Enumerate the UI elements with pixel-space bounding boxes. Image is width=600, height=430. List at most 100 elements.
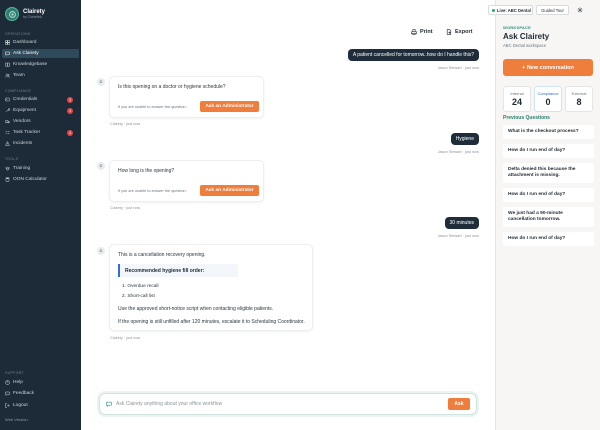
sidebar-item-label: Ask Clairety <box>13 51 39 56</box>
new-conversation-button[interactable]: + New conversation <box>503 59 593 76</box>
calculator-icon <box>5 177 10 182</box>
bot-question: How long is the opening? <box>118 168 175 174</box>
previous-question[interactable]: Delta denied this because the attachment… <box>503 163 594 183</box>
sidebar-item-label: Training <box>13 166 31 171</box>
unable-answer-hint: If you are unable to answer the question… <box>118 189 187 193</box>
previous-question[interactable]: How do I run end of day? <box>503 188 594 202</box>
sidebar-item-dashboard[interactable]: Dashboard <box>2 38 79 47</box>
bot-question: Is this opening on a doctor or hygiene s… <box>118 84 226 90</box>
notification-badge: 1 <box>67 107 73 114</box>
sidebar-item-knowledgebase[interactable]: Knowledgebase <box>2 60 79 69</box>
stat-external[interactable]: External 8 <box>565 86 593 112</box>
previous-question[interactable]: We just had a 90-minute cancellation tom… <box>503 207 594 227</box>
logout-icon <box>5 403 10 408</box>
grid-icon <box>5 40 10 45</box>
notification-badge: 1 <box>67 129 73 136</box>
bot-avatar: C <box>97 162 105 170</box>
web-version-label: Web Version <box>5 417 28 422</box>
previous-question[interactable]: How do I run end of day? <box>503 232 594 246</box>
sidebar-item-label: Feedback <box>13 391 35 396</box>
chat-input-bar: Ask <box>99 393 477 415</box>
sidebar-item-label: Dashboard <box>13 40 37 45</box>
message-meta: Jason Stewart · just now <box>437 66 479 70</box>
bot-answer-paragraph: If the opening is still unfilled after 1… <box>118 319 305 325</box>
sidebar-item-training[interactable]: Training <box>2 164 79 173</box>
sidebar: Clairety by Clairelink OPERATIONS Dashbo… <box>0 0 81 430</box>
graduation-icon <box>5 166 10 171</box>
id-card-icon <box>5 97 10 102</box>
message-meta: Jason Stewart · just now <box>437 234 479 238</box>
sidebar-item-help[interactable]: Help <box>2 378 79 387</box>
sidebar-item-label: Equipment <box>13 108 36 113</box>
wrench-icon <box>5 108 10 113</box>
ask-administrator-button[interactable]: Ask an Administrator <box>200 185 259 196</box>
stat-compliance[interactable]: Compliance 0 <box>534 86 562 112</box>
user-message: Hygiene <box>450 133 479 145</box>
chat-input[interactable] <box>116 394 436 414</box>
sidebar-item-label: Help <box>13 380 23 385</box>
guided-tour-button[interactable]: Guided Tour <box>536 5 569 15</box>
unable-answer-hint: If you are unable to answer the question… <box>118 105 187 109</box>
print-button[interactable]: Print <box>411 26 433 38</box>
help-icon <box>5 380 10 385</box>
panel-subtitle: ABC Dental workspace <box>503 43 547 48</box>
sidebar-item-vendors[interactable]: Vendors <box>2 117 79 126</box>
sidebar-item-label: Vendors <box>13 119 31 124</box>
sidebar-item-logout[interactable]: Logout <box>2 401 79 410</box>
highlight-box: Recommended hygiene fill order: <box>118 264 238 277</box>
user-message: 30 minutes <box>444 217 479 229</box>
section-operations: OPERATIONS <box>5 32 31 36</box>
sidebar-item-label: Knowledgebase <box>13 62 48 67</box>
chat-icon <box>5 51 10 56</box>
message-meta: Clairety · just now <box>110 122 141 126</box>
settings-button[interactable] <box>575 5 585 15</box>
brand-logo-icon <box>5 7 19 21</box>
previous-question[interactable]: How do I run end of day? <box>503 144 594 158</box>
sidebar-item-feedback[interactable]: Feedback <box>2 389 79 398</box>
sidebar-item-label: Logout <box>13 403 28 408</box>
book-icon <box>5 62 10 67</box>
sidebar-item-label: Incidents <box>13 141 33 146</box>
message-meta: Jason Stewart · just now <box>437 150 479 154</box>
printer-icon <box>411 29 417 35</box>
sidebar-item-equipment[interactable]: Equipment 1 <box>2 106 79 115</box>
truck-icon <box>5 119 10 124</box>
panel-title: Ask Clairety <box>503 32 550 41</box>
message-meta: Clairety · just now <box>110 336 141 340</box>
live-workspace-pill[interactable]: Live: ABC Dental <box>488 5 533 15</box>
checklist-icon <box>5 130 10 135</box>
gear-icon <box>577 7 583 13</box>
bot-message: Is this opening on a doctor or hygiene s… <box>109 76 264 118</box>
sidebar-item-label: Credentials <box>13 97 38 102</box>
brand-name: Clairety <box>23 8 46 15</box>
user-message: A patient cancelled for tomorrow..how do… <box>347 49 479 61</box>
ask-button[interactable]: Ask <box>448 398 470 410</box>
brand-sub: by Clairelink <box>23 14 43 19</box>
section-compliance: COMPLIANCE <box>5 89 32 93</box>
sidebar-item-team[interactable]: Team <box>2 71 79 80</box>
chat-main: Print Export A patient cancelled for tom… <box>81 0 495 430</box>
bot-avatar: C <box>97 78 105 86</box>
bot-avatar: C <box>97 247 105 255</box>
ask-administrator-button[interactable]: Ask an Administrator <box>200 101 259 112</box>
bot-answer-paragraph: Use the approved short-notice script whe… <box>118 306 274 312</box>
sidebar-item-incidents[interactable]: Incidents <box>2 139 79 148</box>
export-button[interactable]: Export <box>446 26 472 38</box>
workspace-label: WORKSPACE <box>503 25 531 30</box>
stat-internal[interactable]: Internal 24 <box>503 86 531 112</box>
live-status-dot <box>492 8 495 12</box>
section-tools: TOOLS <box>5 157 19 161</box>
sidebar-item-credentials[interactable]: Credentials 1 <box>2 95 79 104</box>
brand: Clairety by Clairelink <box>0 0 81 22</box>
list-item: 1. Overdue recall <box>122 284 159 289</box>
sidebar-item-ask-clairety[interactable]: Ask Clairety <box>2 49 79 58</box>
bot-answer-intro: This is a cancellation recovery opening. <box>118 252 206 258</box>
previous-question[interactable]: What is the checkout process? <box>503 125 594 139</box>
sidebar-item-task-tracker[interactable]: Task Tracker 1 <box>2 128 79 137</box>
users-icon <box>5 73 10 78</box>
sidebar-item-label: OON Calculator <box>13 177 47 182</box>
message-meta: Clairety · just now <box>110 206 141 210</box>
feedback-icon <box>5 391 10 396</box>
sidebar-item-oon-calculator[interactable]: OON Calculator <box>2 175 79 184</box>
chat-bubble-icon <box>106 401 112 407</box>
